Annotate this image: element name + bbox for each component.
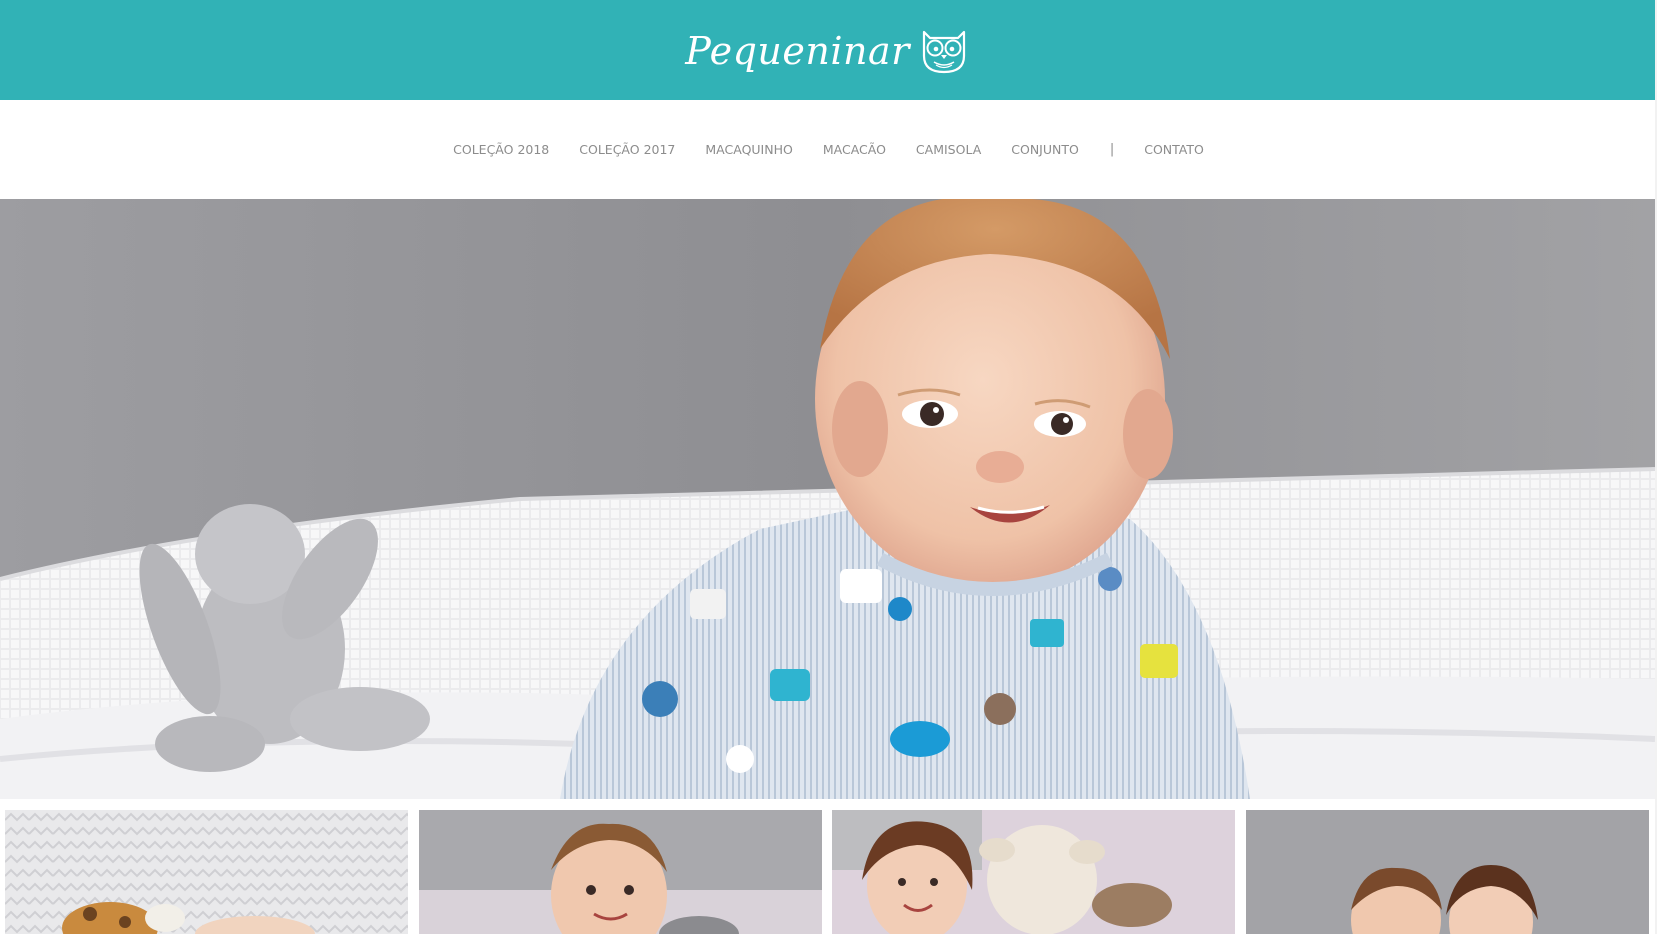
thumbnail-2-image: [419, 810, 822, 934]
site-header: Pequeninar: [0, 0, 1655, 100]
nav-item-conjunto[interactable]: CONJUNTO: [1011, 142, 1079, 157]
thumbnail-1[interactable]: [5, 810, 408, 934]
nav-item-contato[interactable]: CONTATO: [1144, 142, 1204, 157]
nav-item-macacao[interactable]: MACACÃO: [823, 142, 886, 157]
thumbnail-4-image: [1246, 810, 1649, 934]
nav-item-colecao-2017[interactable]: COLEÇÃO 2017: [579, 142, 675, 157]
thumbnail-4[interactable]: [1246, 810, 1649, 934]
nav-item-macaquinho[interactable]: MACAQUINHO: [705, 142, 792, 157]
nav-list: COLEÇÃO 2018 COLEÇÃO 2017 MACAQUINHO MAC…: [438, 142, 1219, 157]
owl-icon: [922, 30, 965, 74]
nav-item-camisola[interactable]: CAMISOLA: [916, 142, 981, 157]
thumbnail-1-image: [5, 810, 408, 934]
nav-separator: |: [1109, 142, 1115, 157]
nav-item-colecao-2018[interactable]: COLEÇÃO 2018: [453, 142, 549, 157]
hero-image: [0, 199, 1655, 799]
thumbnail-3[interactable]: [832, 810, 1235, 934]
thumbnail-2[interactable]: [419, 810, 822, 934]
brand-logo[interactable]: Pequeninar: [685, 26, 970, 74]
thumbnail-3-image: [832, 810, 1235, 934]
main-nav: COLEÇÃO 2018 COLEÇÃO 2017 MACAQUINHO MAC…: [0, 100, 1655, 199]
hero-banner[interactable]: [0, 199, 1655, 799]
gallery-thumbnails: [0, 799, 1655, 934]
brand-name: Pequeninar: [685, 29, 910, 73]
